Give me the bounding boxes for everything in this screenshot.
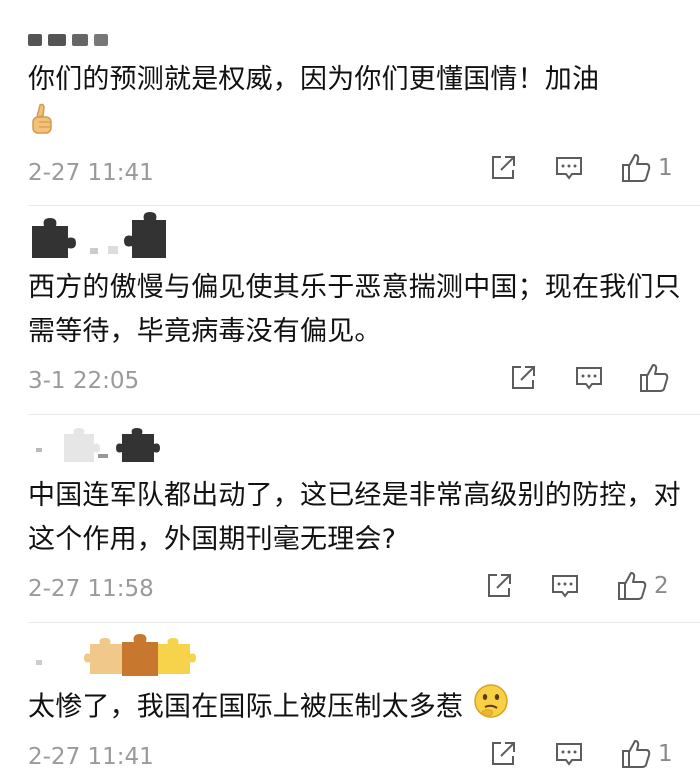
share-button[interactable] bbox=[484, 571, 514, 601]
comment-text: 太惨了，我国在国际上被压制太多惹 bbox=[28, 682, 688, 734]
share-icon bbox=[492, 742, 515, 765]
share-icon bbox=[492, 156, 515, 179]
puzzle-piece-icon bbox=[36, 634, 196, 676]
comment-icon bbox=[556, 157, 582, 180]
cropped-username bbox=[28, 28, 138, 46]
share-button[interactable] bbox=[488, 739, 518, 769]
comment-icon bbox=[576, 367, 602, 390]
thumbs-up-icon bbox=[622, 154, 651, 182]
like-button[interactable] bbox=[638, 362, 676, 394]
divider bbox=[28, 622, 700, 623]
like-count: 2 bbox=[654, 573, 669, 599]
masked-username bbox=[28, 212, 168, 260]
like-count: 1 bbox=[658, 155, 673, 181]
like-button[interactable]: 1 bbox=[620, 152, 673, 184]
thinking-face-emoji-icon bbox=[472, 682, 510, 734]
thumbs-up-icon bbox=[618, 572, 647, 600]
thumbs-up-emoji-icon bbox=[28, 102, 58, 150]
like-button[interactable]: 1 bbox=[620, 738, 673, 770]
puzzle-piece-icon bbox=[36, 428, 160, 462]
comment-text: 中国连军队都出动了，这已经是非常高级别的防控，对这个作用，外国期刊毫无理会? bbox=[28, 480, 681, 555]
comment-text: 西方的傲慢与偏见使其乐于恶意揣测中国；现在我们只需等待，毕竟病毒没有偏见。 bbox=[28, 272, 681, 347]
share-button[interactable] bbox=[508, 363, 538, 393]
thumbs-up-icon bbox=[622, 740, 651, 768]
masked-username bbox=[28, 424, 178, 466]
comment-text: 你们的预测就是权威，因为你们更懂国情！加油 bbox=[28, 58, 688, 150]
share-icon bbox=[512, 366, 535, 389]
comment-time: 2-27 11:58 bbox=[28, 576, 154, 602]
like-count: 1 bbox=[658, 741, 673, 767]
comment-button[interactable] bbox=[574, 363, 604, 393]
divider bbox=[28, 414, 700, 415]
comment-time: 2-27 11:41 bbox=[28, 744, 154, 770]
comment-icon bbox=[552, 575, 578, 598]
comment-button[interactable] bbox=[550, 571, 580, 601]
share-icon bbox=[488, 574, 511, 597]
thumbs-up-icon bbox=[640, 364, 669, 392]
comment-icon bbox=[556, 743, 582, 766]
masked-username bbox=[28, 630, 218, 680]
share-button[interactable] bbox=[488, 153, 518, 183]
comment-time: 2-27 11:41 bbox=[28, 160, 154, 186]
comment-button[interactable] bbox=[554, 739, 584, 769]
puzzle-piece-icon bbox=[32, 212, 166, 258]
divider bbox=[28, 205, 700, 206]
like-button[interactable]: 2 bbox=[616, 570, 669, 602]
comment-time: 3-1 22:05 bbox=[28, 368, 140, 394]
comment-button[interactable] bbox=[554, 153, 584, 183]
